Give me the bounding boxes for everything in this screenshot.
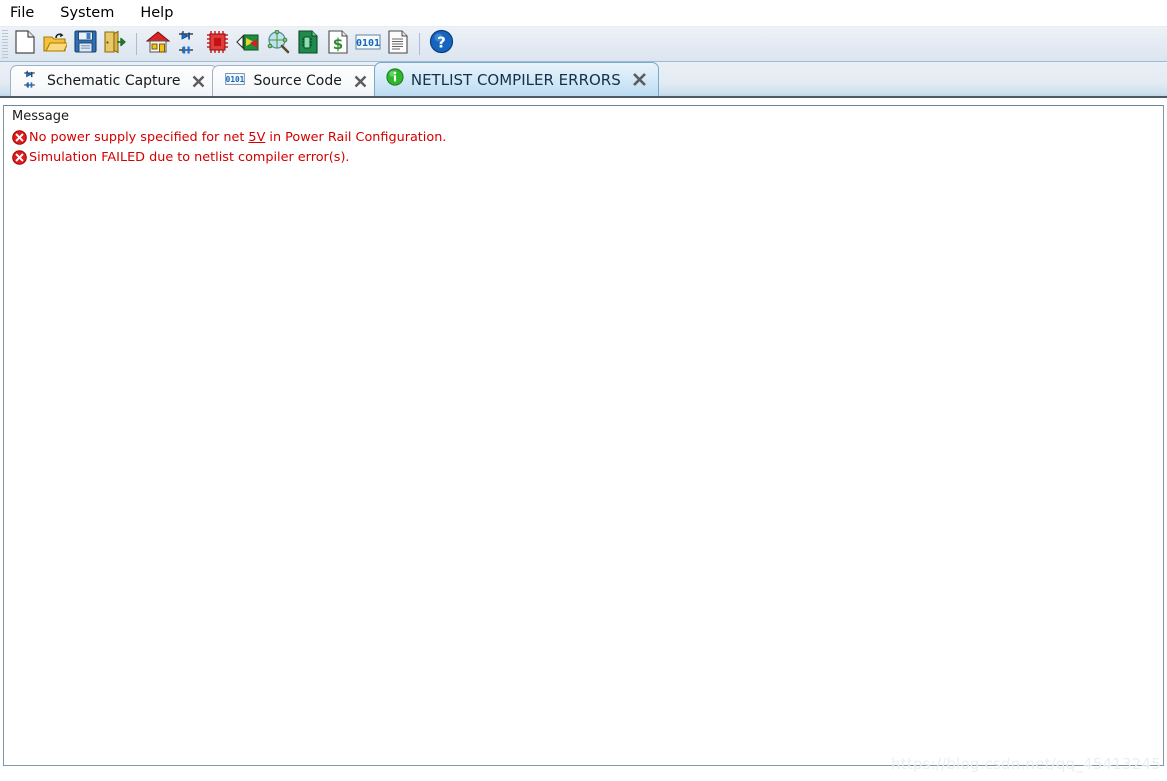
menu-item-system[interactable]: System [58, 3, 126, 23]
message-text-suffix: in Power Rail Configuration. [265, 129, 447, 145]
design-explorer-button[interactable] [264, 29, 292, 59]
pcb-chip-icon [206, 30, 230, 59]
message-pane: Message No power supply specified for ne… [3, 105, 1164, 766]
new-document-icon [14, 29, 36, 59]
menu-item-file[interactable]: File [8, 3, 46, 23]
help-question-icon: ? [429, 29, 454, 59]
toolbar: $ 0101 ? [0, 26, 1167, 62]
info-circle-icon [386, 68, 404, 91]
bill-of-materials-icon: $ [327, 29, 349, 59]
message-text: Simulation FAILED due to netlist compile… [29, 149, 350, 165]
svg-text:0101: 0101 [226, 75, 245, 84]
menu-item-help[interactable]: Help [138, 3, 185, 23]
exit-door-icon [103, 30, 127, 59]
tab-label: NETLIST COMPILER ERRORS [410, 70, 621, 89]
menu-bar: File System Help [0, 0, 1167, 26]
tab-close-icon[interactable] [190, 73, 207, 90]
source-code-icon: 0101 [355, 33, 381, 56]
error-circle-icon [12, 129, 27, 145]
toolbar-separator-2 [419, 33, 420, 55]
schematic-capture-icon [22, 70, 40, 93]
net-name-link[interactable]: 5V [248, 130, 265, 145]
watermark: https://blog.csdn.net/qq_45413245 [891, 755, 1161, 773]
svg-text:?: ? [437, 34, 446, 52]
tab-source-code[interactable]: 0101 Source Code [212, 65, 380, 96]
tab-label: Schematic Capture [47, 73, 181, 89]
message-text: No power supply specified for net 5V in … [29, 130, 446, 145]
save-floppy-icon [73, 30, 97, 58]
message-column-header[interactable]: Message [4, 106, 1163, 127]
toolbar-separator-1 [136, 33, 137, 55]
toolbar-drag-grip[interactable] [2, 30, 8, 58]
message-row[interactable]: Simulation FAILED due to netlist compile… [4, 147, 1163, 167]
message-row[interactable]: No power supply specified for net 5V in … [4, 127, 1163, 147]
open-file-button[interactable] [41, 30, 69, 58]
home-house-icon [145, 30, 171, 58]
source-code-icon: 0101 [224, 72, 246, 91]
gerber-viewer-icon [297, 29, 319, 59]
exit-button[interactable] [101, 30, 129, 58]
pcb-layout-button[interactable] [204, 30, 232, 58]
bill-of-materials-button[interactable]: $ [324, 29, 352, 59]
svg-text:0101: 0101 [356, 38, 380, 49]
tab-label: Source Code [253, 73, 342, 89]
message-column-header-label: Message [12, 109, 69, 124]
home-button[interactable] [144, 30, 172, 58]
help-button[interactable]: ? [427, 29, 455, 59]
tab-netlist-compiler-errors[interactable]: NETLIST COMPILER ERRORS [373, 62, 659, 96]
schematic-capture-icon [176, 30, 200, 59]
tab-schematic-capture[interactable]: Schematic Capture [10, 65, 219, 96]
report-document-icon [387, 29, 409, 59]
tab-close-icon[interactable] [352, 73, 369, 90]
message-text-prefix: No power supply specified for net [29, 129, 249, 145]
tab-strip: Schematic Capture 0101 Source Code NETLI… [0, 62, 1167, 98]
source-code-button[interactable]: 0101 [354, 30, 382, 58]
gerber-viewer-button[interactable] [294, 29, 322, 59]
save-button[interactable] [71, 30, 99, 58]
3d-visualizer-icon [236, 31, 260, 58]
error-circle-icon [12, 149, 27, 165]
open-folder-icon [43, 30, 69, 59]
design-explorer-icon [266, 29, 290, 59]
svg-text:$: $ [333, 35, 343, 53]
report-button[interactable] [384, 29, 412, 59]
3d-visualizer-button[interactable] [234, 30, 262, 58]
tab-close-icon[interactable] [631, 71, 648, 88]
schematic-capture-button[interactable] [174, 30, 202, 58]
new-document-button[interactable] [11, 29, 39, 59]
